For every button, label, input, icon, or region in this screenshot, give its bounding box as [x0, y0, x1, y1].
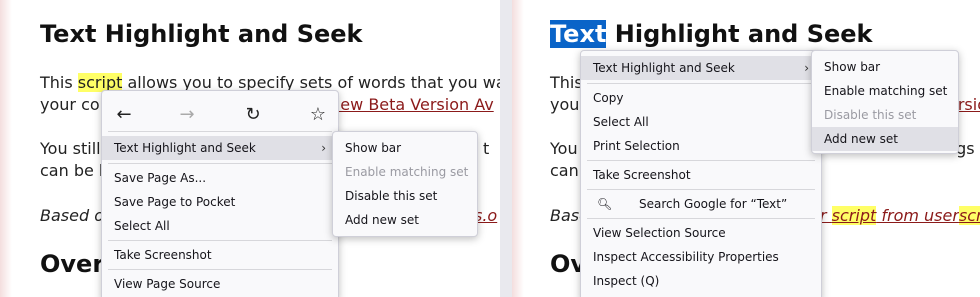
- back-icon[interactable]: ←: [110, 101, 138, 129]
- menu-separator: [108, 131, 332, 132]
- menu-separator: [108, 269, 332, 270]
- menu-item-select-all[interactable]: Select All: [102, 214, 338, 238]
- menu-item-label: Search Google for “Text”: [639, 197, 788, 211]
- paragraph-line: Based o s.o: [40, 203, 497, 229]
- text: You still: [40, 139, 101, 158]
- chevron-right-icon: ›: [804, 61, 809, 75]
- menu-item-save-page-as[interactable]: Save Page As...: [102, 166, 338, 190]
- link-fragment[interactable]: from user: [876, 206, 959, 225]
- menu-separator: [108, 163, 332, 164]
- right-browser-page: Text Highlight and Seek This your ersio …: [512, 0, 980, 297]
- menu-item-save-to-pocket[interactable]: Save Page to Pocket: [102, 190, 338, 214]
- text: You: [550, 139, 578, 158]
- text: Based o: [40, 206, 104, 225]
- context-menu: ← → ↻ ☆ Text Highlight and Seek › Save P…: [101, 90, 339, 297]
- submenu: Show bar Enable matching set Disable thi…: [332, 131, 478, 237]
- submenu: Show bar Enable matching set Disable thi…: [811, 50, 959, 154]
- paragraph-line: can be b: [40, 161, 110, 180]
- page-title: Text Highlight and Seek: [40, 20, 363, 48]
- beta-version-link[interactable]: New Beta Version Av: [328, 95, 493, 114]
- paragraph-line: your con e: New Beta Version Av: [40, 92, 494, 118]
- selected-text: Text: [550, 20, 607, 48]
- page-edge-shadow: [0, 0, 12, 297]
- submenu-item-enable-matching-set[interactable]: Enable matching set: [333, 160, 477, 184]
- page-edge-shadow: [512, 0, 524, 297]
- menu-separator: [587, 83, 815, 84]
- text: Highlight and Seek: [606, 20, 873, 48]
- menu-item-print-selection[interactable]: Print Selection: [581, 134, 821, 158]
- text: This: [40, 73, 78, 92]
- menu-item-view-page-source[interactable]: View Page Source: [102, 272, 338, 296]
- left-browser-page: Text Highlight and Seek This script allo…: [0, 0, 500, 297]
- menu-separator: [587, 160, 815, 161]
- context-menu: Text Highlight and Seek › Copy Select Al…: [580, 50, 822, 297]
- page-title: Text Highlight and Seek: [550, 20, 873, 48]
- reload-icon[interactable]: ↻: [239, 101, 267, 129]
- menu-item-text-highlight-and-seek[interactable]: Text Highlight and Seek ›: [102, 136, 338, 160]
- menu-separator: [587, 189, 815, 190]
- menu-separator: [108, 240, 332, 241]
- paragraph-line: can: [550, 161, 579, 180]
- submenu-item-enable-matching-set[interactable]: Enable matching set: [812, 79, 958, 103]
- submenu-item-add-new-set[interactable]: Add new set: [812, 127, 958, 151]
- chevron-right-icon: ›: [321, 141, 326, 155]
- submenu-item-disable-set[interactable]: Disable this set: [333, 184, 477, 208]
- menu-item-take-screenshot[interactable]: Take Screenshot: [581, 163, 821, 187]
- bookmark-star-icon[interactable]: ☆: [304, 101, 332, 129]
- menu-item-search-google[interactable]: 🔍︎ Search Google for “Text”: [581, 192, 821, 216]
- highlighted-word[interactable]: scrip: [958, 206, 980, 225]
- menu-item-select-all[interactable]: Select All: [581, 110, 821, 134]
- menu-item-take-screenshot[interactable]: Take Screenshot: [102, 243, 338, 267]
- text: your con: [40, 95, 110, 114]
- menu-separator: [587, 218, 815, 219]
- submenu-item-add-new-set[interactable]: Add new set: [333, 208, 477, 232]
- submenu-item-show-bar[interactable]: Show bar: [812, 55, 958, 79]
- forward-icon[interactable]: →: [173, 101, 201, 129]
- submenu-item-show-bar[interactable]: Show bar: [333, 136, 477, 160]
- text-fragment: r script from userscrip: [820, 203, 980, 229]
- menu-item-label: Text Highlight and Seek: [593, 61, 735, 75]
- menu-item-copy[interactable]: Copy: [581, 86, 821, 110]
- highlighted-word[interactable]: script: [831, 206, 877, 225]
- menu-item-label: Text Highlight and Seek: [114, 141, 256, 155]
- menu-item-inspect[interactable]: Inspect (Q): [581, 269, 821, 293]
- menu-item-text-highlight-and-seek[interactable]: Text Highlight and Seek ›: [581, 56, 821, 80]
- menu-item-view-selection-source[interactable]: View Selection Source: [581, 221, 821, 245]
- menu-item-inspect-accessibility[interactable]: Inspect Accessibility Properties: [581, 245, 821, 269]
- submenu-item-disable-set[interactable]: Disable this set: [812, 103, 958, 127]
- search-icon: 🔍︎: [597, 197, 613, 211]
